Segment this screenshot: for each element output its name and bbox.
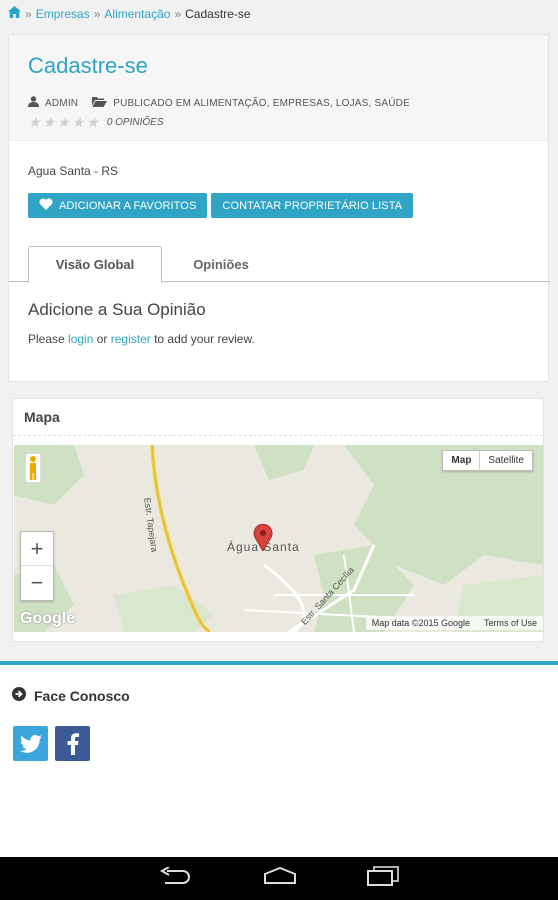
listing-header: Cadastre-se ADMIN PUBLICADO EM ALIMENTAÇ… xyxy=(9,35,548,141)
arrow-circle-right-icon xyxy=(12,687,26,704)
register-link[interactable]: register xyxy=(111,332,151,346)
map-type-satellite-button[interactable]: Satellite xyxy=(480,451,532,470)
star-icon[interactable]: ★ xyxy=(86,115,99,129)
add-favorites-label: ADICIONAR A FAVORITOS xyxy=(59,199,197,212)
tab-visao-global[interactable]: Visão Global xyxy=(28,246,162,283)
zoom-control: + − xyxy=(20,531,54,601)
review-text-pre: Please xyxy=(28,332,69,346)
breadcrumb-separator: » xyxy=(25,6,32,21)
map-type-control: Map Satellite xyxy=(442,450,533,471)
listing-title: Cadastre-se xyxy=(28,53,148,78)
breadcrumb-alimentacao-link[interactable]: Alimentação xyxy=(104,7,170,21)
listing-location: Agua Santa - RS xyxy=(28,164,119,178)
heart-icon xyxy=(39,198,53,213)
category-meta: PUBLICADO EM ALIMENTAÇÃO, EMPRESAS, LOJA… xyxy=(92,96,410,110)
zoom-out-button[interactable]: − xyxy=(21,566,53,600)
star-icon[interactable]: ★ xyxy=(28,115,41,129)
folder-open-icon xyxy=(92,96,108,110)
listing-actions: ADICIONAR A FAVORITOS CONTATAR PROPRIETÁ… xyxy=(28,193,414,218)
review-heading: Adicione a Sua Opinião xyxy=(28,300,206,319)
breadcrumb-separator: » xyxy=(174,6,182,21)
star-icon[interactable]: ★ xyxy=(43,115,56,129)
listing-meta: ADMIN PUBLICADO EM ALIMENTAÇÃO, EMPRESAS… xyxy=(28,96,529,110)
breadcrumb-current: Cadastre-se xyxy=(185,6,251,21)
map-card: Mapa Água Santa Estr. Tapejara Estr. San… xyxy=(12,398,544,642)
listing-card: Cadastre-se ADMIN PUBLICADO EM ALIMENTAÇ… xyxy=(8,34,550,382)
rating: ★ ★ ★ ★ ★ 0 OPINIÕES xyxy=(28,115,529,129)
user-icon xyxy=(28,96,39,110)
review-count: 0 OPINIÕES xyxy=(106,116,164,128)
map-terrain xyxy=(14,445,543,632)
footer-title: Face Conosco xyxy=(12,687,130,704)
listing-tabs: Visão Global Opiniões xyxy=(9,246,550,283)
recent-apps-icon[interactable] xyxy=(367,866,399,891)
home-button-icon[interactable] xyxy=(263,866,297,890)
author-meta: ADMIN xyxy=(28,96,78,110)
back-icon[interactable] xyxy=(159,866,193,890)
add-favorites-button[interactable]: ADICIONAR A FAVORITOS xyxy=(28,193,208,218)
map-heading: Mapa xyxy=(13,399,543,436)
contact-owner-label: CONTATAR PROPRIETÁRIO LISTA xyxy=(222,199,403,212)
google-logo: Google xyxy=(20,610,76,627)
twitter-icon[interactable] xyxy=(13,726,48,761)
map-attribution: Map data ©2015 Google Terms of Use xyxy=(365,616,543,630)
pegman-icon[interactable] xyxy=(25,453,41,483)
star-icon[interactable]: ★ xyxy=(72,115,85,129)
map-data-credit: Map data ©2015 Google xyxy=(371,618,470,628)
facebook-icon[interactable] xyxy=(55,726,90,761)
breadcrumb: » Empresas » Alimentação » Cadastre-se xyxy=(8,6,251,21)
system-nav-bar xyxy=(0,857,558,900)
review-text-post: to add your review. xyxy=(150,332,255,346)
breadcrumb-separator: » xyxy=(93,6,101,21)
author-name[interactable]: ADMIN xyxy=(45,98,78,109)
terms-of-use-link[interactable]: Terms of Use xyxy=(484,618,537,628)
footer: Face Conosco xyxy=(0,661,558,857)
breadcrumb-empresas-link[interactable]: Empresas xyxy=(36,7,90,21)
review-login-prompt: Please login or register to add your rev… xyxy=(28,332,255,346)
login-link[interactable]: login xyxy=(68,332,93,346)
footer-title-label: Face Conosco xyxy=(34,687,130,704)
map-type-map-button[interactable]: Map xyxy=(443,451,481,470)
zoom-in-button[interactable]: + xyxy=(21,532,53,566)
social-links xyxy=(13,726,90,761)
home-icon[interactable] xyxy=(8,6,21,21)
star-icon[interactable]: ★ xyxy=(57,115,70,129)
map-view[interactable]: Água Santa Estr. Tapejara Estr. Santa Ce… xyxy=(14,445,543,632)
contact-owner-button[interactable]: CONTATAR PROPRIETÁRIO LISTA xyxy=(211,193,414,218)
tab-opinioes[interactable]: Opiniões xyxy=(169,246,273,282)
published-categories: PUBLICADO EM ALIMENTAÇÃO, EMPRESAS, LOJA… xyxy=(113,97,410,109)
review-text-mid: or xyxy=(93,332,111,346)
